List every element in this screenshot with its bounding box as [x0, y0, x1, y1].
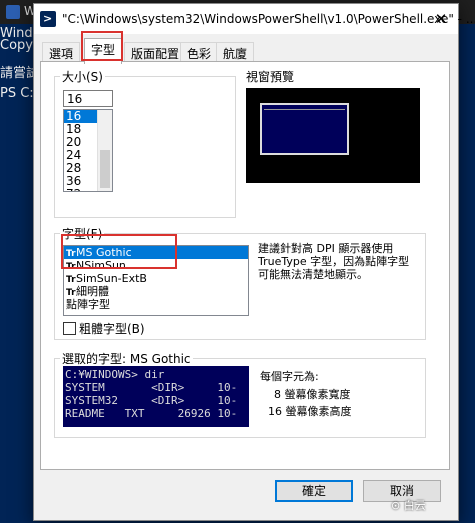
- bold-label: 粗體字型(B): [79, 322, 145, 336]
- font-option[interactable]: TrSimSun-ExtB: [64, 272, 248, 285]
- size-list[interactable]: 16182024283672: [63, 109, 113, 192]
- size-scrollbar[interactable]: [97, 110, 112, 191]
- size-label: 大小(S): [60, 68, 105, 85]
- tab-layout[interactable]: 版面配置: [124, 42, 187, 63]
- font-sample: C:¥WINDOWS> dir SYSTEM <DIR> 10- SYSTEM3…: [63, 366, 249, 427]
- char-size-label: 每個字元為:: [260, 370, 319, 383]
- font-option[interactable]: Tr細明體: [64, 285, 248, 298]
- dialog-title: "C:\Windows\system32\WindowsPowerShell\v…: [62, 12, 475, 26]
- powershell-icon: [6, 5, 20, 19]
- dialog-titlebar[interactable]: > "C:\Windows\system32\WindowsPowerShell…: [34, 4, 475, 34]
- properties-dialog: > "C:\Windows\system32\WindowsPowerShell…: [33, 3, 475, 521]
- font-option-label: 點陣字型: [66, 298, 110, 311]
- ok-button[interactable]: 確定: [275, 480, 353, 502]
- tab-highlight-box: [81, 31, 123, 61]
- tab-terminal[interactable]: 航廈: [216, 42, 255, 63]
- selected-font-label: 選取的字型: MS Gothic: [60, 350, 193, 367]
- watermark: ⊙ 白云: [391, 499, 426, 512]
- preview-window: [260, 103, 349, 155]
- scrollbar-thumb[interactable]: [100, 150, 110, 188]
- char-height: 16 螢幕像素高度: [268, 405, 352, 418]
- font-highlight-box: [61, 234, 177, 269]
- size-input[interactable]: 16: [63, 90, 113, 107]
- size-option[interactable]: 72: [64, 188, 99, 192]
- tab-colors[interactable]: 色彩: [180, 42, 219, 63]
- font-option-label: SimSun-ExtB: [76, 272, 147, 285]
- powershell-icon: >: [40, 11, 56, 27]
- font-note: 建議針對高 DPI 顯示器使用 TrueType 字型，因為點陣字型可能無法清楚…: [258, 242, 410, 281]
- preview-label: 視窗預覽: [246, 70, 295, 84]
- window-preview: [246, 88, 420, 183]
- font-option[interactable]: 點陣字型: [64, 298, 248, 311]
- char-width: 8 螢幕像素寬度: [274, 388, 351, 401]
- tab-options[interactable]: 選項: [42, 42, 81, 63]
- console-line: PS C:: [0, 86, 34, 101]
- bold-checkbox[interactable]: [63, 322, 76, 335]
- font-option-label: 細明體: [76, 285, 109, 298]
- close-button[interactable]: ✕: [424, 4, 458, 34]
